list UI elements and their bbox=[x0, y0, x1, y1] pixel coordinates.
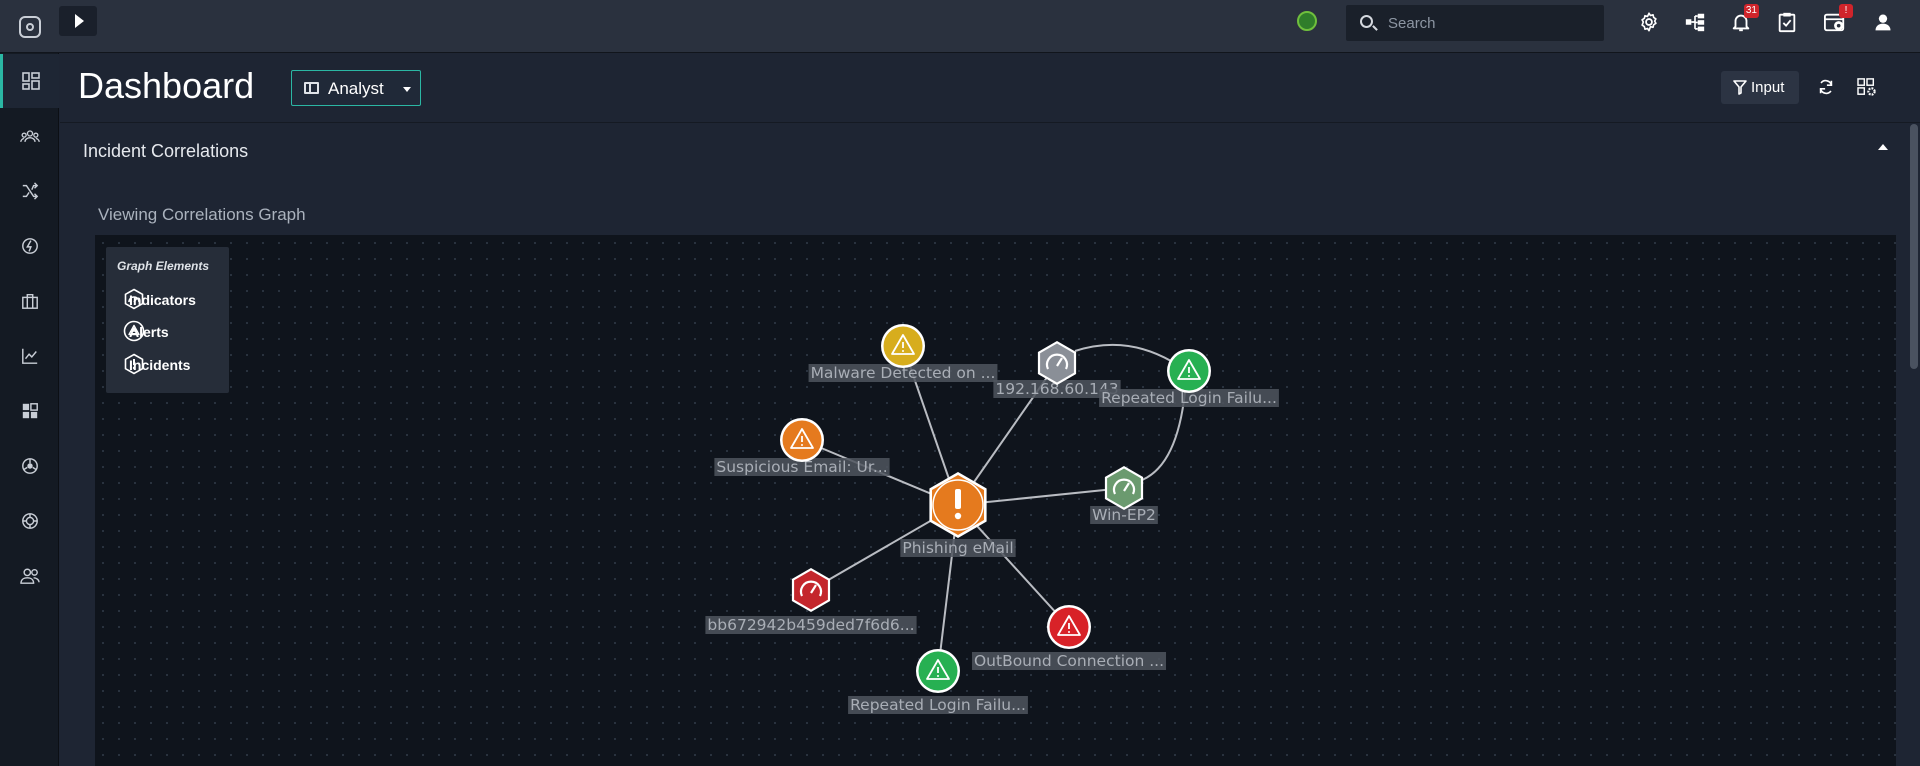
correlations-graph[interactable]: Phishing eMail Malware Detected on ... 192… bbox=[95, 235, 1896, 766]
sidebar-item-threat-intel[interactable] bbox=[0, 494, 59, 548]
refresh-button[interactable] bbox=[1812, 73, 1840, 101]
sidebar-item-investigations[interactable] bbox=[0, 109, 59, 163]
dashboard-icon bbox=[22, 72, 40, 90]
sidebar-item-automation[interactable] bbox=[0, 219, 59, 273]
filter-icon bbox=[1733, 80, 1747, 95]
incident-hexagon-icon bbox=[124, 353, 144, 375]
graph-node-label: Repeated Login Failu... bbox=[850, 696, 1026, 714]
expand-sidebar-button[interactable] bbox=[59, 6, 97, 36]
graph-canvas[interactable]: Phishing eMailMalware Detected on ...192… bbox=[95, 235, 1896, 766]
indicator-hexagon-icon bbox=[124, 288, 144, 310]
exclamation-icon bbox=[955, 489, 961, 509]
graph-node-suspicious[interactable] bbox=[780, 418, 824, 462]
graph-node-label: OutBound Connection ... bbox=[974, 652, 1164, 670]
page-header: Dashboard Analyst Input bbox=[60, 53, 1920, 123]
graph-node-malware[interactable] bbox=[881, 324, 925, 368]
sidebar-item-marketplace[interactable] bbox=[0, 274, 59, 328]
graph-node-label: Phishing eMail bbox=[902, 539, 1013, 557]
hierarchy-icon[interactable] bbox=[1681, 8, 1709, 36]
search-input[interactable] bbox=[1388, 13, 1588, 33]
page-scrollbar[interactable] bbox=[1910, 124, 1918, 369]
tasks-badge: ! bbox=[1839, 4, 1853, 18]
logo-icon bbox=[18, 15, 41, 38]
input-button[interactable]: Input bbox=[1721, 71, 1799, 104]
graph-node-login1[interactable] bbox=[1167, 349, 1211, 393]
sidebar-item-playbooks[interactable] bbox=[0, 164, 59, 218]
sidebar-item-users[interactable] bbox=[0, 549, 59, 603]
legend-item-incidents: Incidents bbox=[123, 353, 190, 377]
input-button-label: Input bbox=[1751, 79, 1785, 96]
threat-intel-icon bbox=[21, 513, 38, 529]
sidebar-item-widgets[interactable] bbox=[0, 384, 59, 438]
top-bar: 31 ! bbox=[0, 0, 1920, 53]
play-icon bbox=[75, 14, 84, 28]
graph-node-ip[interactable] bbox=[1037, 341, 1077, 385]
legend-item-indicators: Indicators bbox=[123, 288, 196, 312]
gear-calendar-icon[interactable]: ! bbox=[1821, 4, 1853, 36]
graph-node-login2[interactable] bbox=[916, 649, 960, 693]
briefcase-icon bbox=[21, 293, 38, 309]
graph-node-winep2[interactable] bbox=[1104, 466, 1144, 510]
node-label-phishing: Phishing eMail bbox=[900, 539, 1016, 557]
graph-subtitle: Viewing Correlations Graph bbox=[98, 205, 306, 224]
section-title: Incident Correlations bbox=[83, 141, 249, 161]
search-icon bbox=[1360, 15, 1373, 28]
chevron-down-icon bbox=[403, 87, 411, 92]
bell-icon[interactable]: 31 bbox=[1727, 4, 1759, 36]
dashboard-settings-button[interactable] bbox=[1853, 73, 1881, 101]
node-label-hash: bb672942b459ded7f6d6... bbox=[705, 616, 917, 634]
chart-line-icon bbox=[21, 348, 37, 364]
refresh-icon bbox=[1819, 79, 1833, 95]
playbooks-icon bbox=[22, 182, 38, 200]
dashboard-settings-icon bbox=[1857, 78, 1876, 96]
widgets-icon bbox=[22, 403, 38, 419]
dashboard-select[interactable]: Analyst bbox=[291, 70, 421, 106]
sidebar-item-dashboard[interactable] bbox=[0, 54, 59, 108]
settings-icon[interactable] bbox=[1635, 8, 1663, 36]
app-logo[interactable] bbox=[0, 0, 59, 53]
sidebar-item-reports[interactable] bbox=[0, 329, 59, 383]
integrations-icon bbox=[21, 458, 38, 474]
sidebar bbox=[0, 53, 59, 766]
node-label-login2: Repeated Login Failu... bbox=[848, 696, 1028, 714]
sidebar-item-integrations[interactable] bbox=[0, 439, 59, 493]
page-title: Dashboard bbox=[78, 65, 255, 106]
users-icon bbox=[19, 568, 40, 584]
node-label-outbound: OutBound Connection ... bbox=[971, 652, 1167, 670]
automation-icon bbox=[21, 238, 38, 254]
user-icon[interactable] bbox=[1869, 8, 1897, 36]
graph-node-outbound[interactable] bbox=[1047, 605, 1091, 649]
notifications-badge: 31 bbox=[1743, 4, 1759, 18]
graph-node-hash[interactable] bbox=[791, 568, 831, 612]
alert-circle-icon bbox=[123, 320, 145, 342]
collapse-section-button[interactable] bbox=[1878, 144, 1888, 150]
investigations-icon bbox=[19, 130, 40, 142]
graph-legend: Graph Elements Indicators Alerts Inciden… bbox=[106, 247, 229, 393]
legend-title: Graph Elements bbox=[117, 259, 210, 273]
incident-correlations-section: Incident Correlations bbox=[60, 124, 1910, 176]
layout-icon bbox=[304, 82, 319, 94]
legend-item-alerts: Alerts bbox=[123, 320, 169, 344]
graph-node-label: bb672942b459ded7f6d6... bbox=[707, 616, 914, 634]
clipboard-check-icon[interactable] bbox=[1773, 8, 1801, 36]
graph-edge bbox=[1074, 343, 1172, 362]
search-box bbox=[1346, 5, 1604, 41]
dashboard-select-label: Analyst bbox=[328, 79, 384, 98]
status-indicator[interactable] bbox=[1297, 11, 1317, 31]
